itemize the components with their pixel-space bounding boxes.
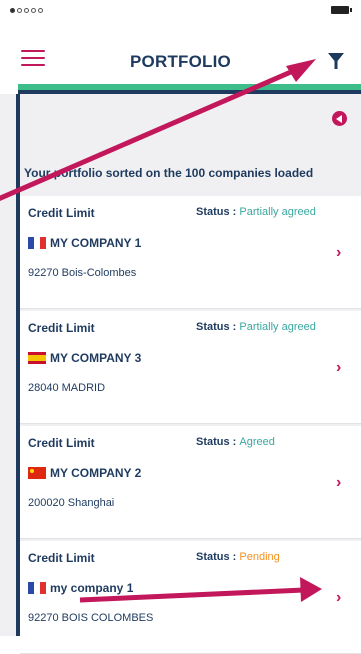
app-header: PORTFOLIO [0, 24, 361, 84]
company-address: 92270 BOIS COLOMBES [28, 612, 154, 624]
fr-flag-icon [28, 237, 46, 249]
filter-icon[interactable] [326, 51, 346, 71]
status-line: Status : Partially agreed [196, 321, 316, 333]
signal-dots-icon [10, 8, 43, 13]
status-line: Status : Pending [196, 551, 280, 563]
status-bar [0, 0, 361, 22]
status-label: Status : [196, 206, 240, 218]
status-label: Status : [196, 321, 240, 333]
company-address: 28040 MADRID [28, 382, 106, 394]
company-name: my company 1 [50, 581, 134, 595]
company-card[interactable]: Credit Limit Status : Partially agreed M… [20, 311, 361, 424]
status-line: Status : Agreed [196, 436, 275, 448]
credit-limit-label: Credit Limit [28, 551, 95, 565]
company-name: MY COMPANY 1 [50, 236, 142, 250]
status-label: Status : [196, 551, 240, 563]
status-value: Pending [239, 551, 280, 563]
credit-limit-label: Credit Limit [28, 321, 95, 335]
credit-limit-label: Credit Limit [28, 206, 95, 220]
company-card[interactable]: Credit Limit Status : Agreed MY COMPANY … [20, 426, 361, 539]
company-name: MY COMPANY 3 [50, 351, 142, 365]
back-icon[interactable] [332, 111, 347, 126]
credit-limit-label: Credit Limit [28, 436, 95, 450]
company-card[interactable]: Credit Limit Status : Partially agreed M… [20, 196, 361, 309]
chevron-right-icon[interactable]: › [336, 244, 341, 262]
portfolio-info: Your portfolio sorted on the 100 compani… [24, 166, 314, 180]
status-value: Agreed [239, 436, 275, 448]
status-label: Status : [196, 436, 240, 448]
company-address: 200020 Shanghai [28, 497, 115, 509]
cn-flag-icon [28, 467, 46, 479]
status-value: Partially agreed [239, 206, 316, 218]
chevron-right-icon[interactable]: › [336, 589, 341, 607]
es-flag-icon [28, 352, 46, 364]
status-line: Status : Partially agreed [196, 206, 316, 218]
fr-flag-icon [28, 582, 46, 594]
company-name: MY COMPANY 2 [50, 466, 142, 480]
company-address: 92270 Bois-Colombes [28, 267, 137, 279]
status-value: Partially agreed [239, 321, 316, 333]
battery-icon [331, 6, 352, 14]
page-title: PORTFOLIO [130, 52, 231, 71]
company-card[interactable]: Credit Limit Status : Pending my company… [20, 541, 361, 654]
chevron-right-icon[interactable]: › [336, 359, 341, 377]
chevron-right-icon[interactable]: › [336, 474, 341, 492]
